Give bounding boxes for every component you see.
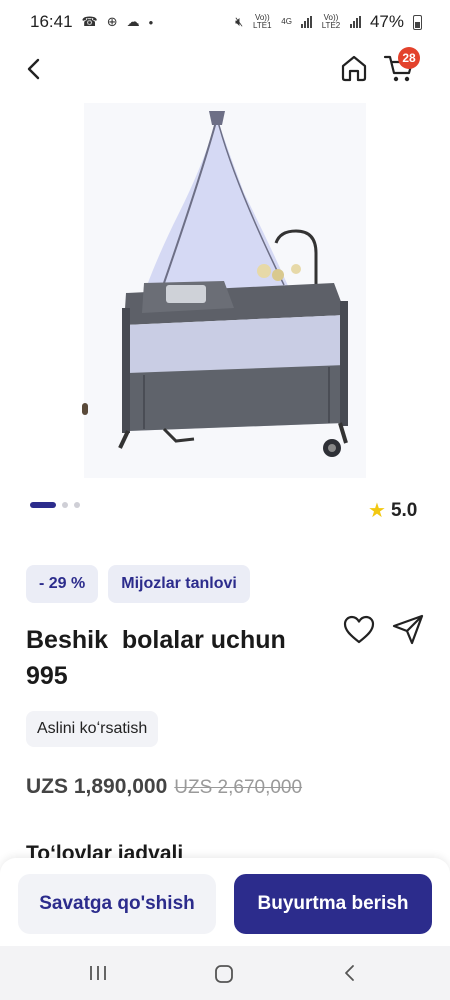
show-original-button[interactable]: Aslini koʻrsatish — [26, 711, 159, 747]
back-nav-button[interactable] — [340, 963, 360, 983]
product-badges: - 29 % Mijozlar tanlovi — [26, 565, 250, 603]
discount-badge: - 29 % — [26, 565, 99, 603]
pager-dot[interactable] — [62, 502, 68, 508]
bottom-action-bar: Savatga qo'shish Buyurtma berish — [0, 858, 450, 946]
share-button[interactable] — [390, 612, 426, 646]
status-left: 16:41 ☎ ⊕ ☁ • — [30, 12, 153, 32]
current-price: UZS 1,890,000 — [26, 775, 168, 798]
top-nav: 28 — [0, 44, 450, 92]
customer-choice-badge: Mijozlar tanlovi — [108, 565, 250, 603]
back-button[interactable] — [20, 54, 50, 84]
signal2-label: Vo)) LTE2 — [321, 13, 341, 30]
home-square-icon — [215, 965, 233, 983]
mute-icon: 🔇︎ — [235, 14, 244, 29]
chevron-left-icon — [27, 58, 40, 80]
price-row: UZS 1,890,000 UZS 2,670,000 — [26, 775, 302, 799]
home-nav-button[interactable] — [213, 963, 235, 985]
heart-icon — [343, 615, 375, 644]
home-button[interactable] — [338, 52, 370, 84]
recents-button[interactable] — [88, 964, 108, 982]
home-icon — [341, 55, 367, 82]
product-rating[interactable]: ★ 5.0 — [368, 500, 417, 522]
status-time: 16:41 — [30, 12, 73, 31]
signal1-label: Vo)) LTE1 — [253, 13, 272, 30]
status-bar: 16:41 ☎ ⊕ ☁ • 🔇︎ Vo)) LTE1 4G Vo)) LTE2 … — [0, 0, 450, 44]
rating-value: 5.0 — [390, 500, 418, 521]
old-price: UZS 2,670,000 — [174, 777, 303, 798]
signal2-bars-icon — [349, 16, 361, 28]
missed-call-icon: ☎ — [81, 14, 98, 29]
notification-dot-icon: • — [148, 14, 154, 30]
recents-icon — [90, 966, 106, 980]
pager-dot[interactable] — [74, 502, 80, 508]
battery-percent: 47% — [369, 12, 404, 31]
system-nav-bar — [0, 946, 450, 1000]
location-plus-icon: ⊕ — [106, 14, 118, 29]
gallery-pager[interactable] — [30, 502, 80, 508]
network-label: 4G — [281, 17, 292, 26]
add-to-cart-button[interactable]: Savatga qo'shish — [18, 874, 216, 934]
cloud-icon: ☁ — [126, 14, 140, 29]
order-button[interactable]: Buyurtma berish — [234, 874, 432, 934]
cart-count-badge: 28 — [398, 47, 420, 69]
battery-icon — [413, 14, 422, 30]
send-icon — [392, 614, 424, 645]
favorite-button[interactable] — [342, 614, 376, 646]
image-edge-fragment — [82, 403, 88, 415]
status-right: 🔇︎ Vo)) LTE1 4G Vo)) LTE2 47% — [235, 12, 422, 32]
signal1-bars-icon — [300, 16, 312, 28]
star-icon: ★ — [368, 500, 386, 522]
baby-crib-image — [84, 103, 366, 478]
product-image[interactable] — [84, 103, 366, 478]
product-title: Beshik bolalar uchun 995 — [26, 626, 286, 690]
chevron-left-icon — [345, 965, 354, 981]
pager-dot-active[interactable] — [30, 502, 56, 508]
